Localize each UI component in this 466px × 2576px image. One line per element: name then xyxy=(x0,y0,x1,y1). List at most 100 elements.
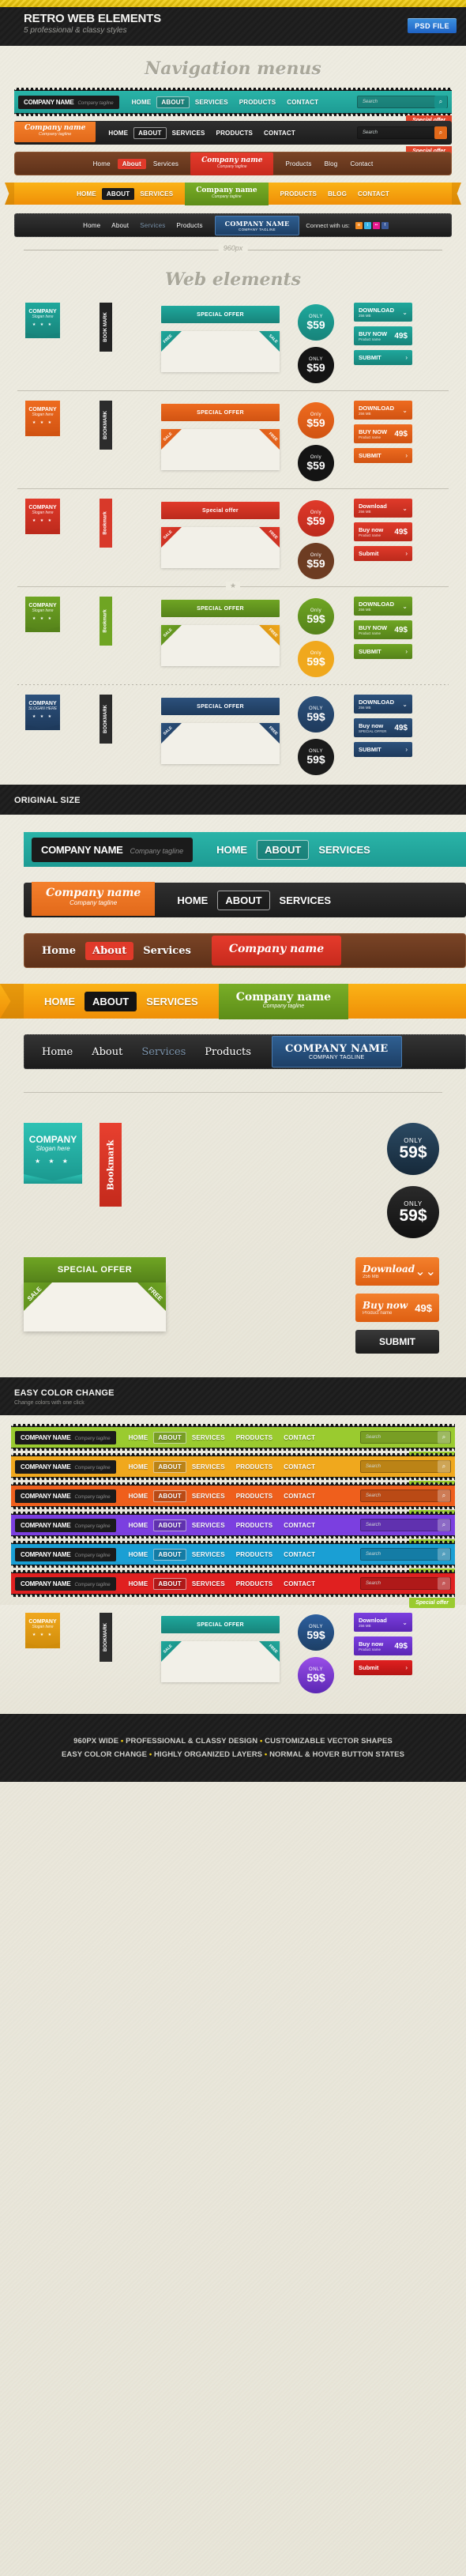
search-input[interactable]: Search ⌕ xyxy=(360,1548,451,1561)
nav-link-about[interactable]: ABOUT xyxy=(153,1519,186,1531)
nav-link-services[interactable]: SERVICES xyxy=(186,1580,231,1587)
logo-block[interactable]: COMPANY NAME Company tagline xyxy=(15,1430,116,1444)
price-badge[interactable]: ONLY 59$ xyxy=(387,1123,439,1175)
nav-link-services[interactable]: SERVICES xyxy=(186,1463,231,1471)
nav-link-about[interactable]: ABOUT xyxy=(133,126,167,139)
nav-link-about[interactable]: ABOUT xyxy=(153,1431,186,1444)
nav-link-services[interactable]: Services xyxy=(134,222,171,229)
corner-right[interactable]: SALE xyxy=(259,331,280,352)
submit-button[interactable]: SUBMIT › xyxy=(354,350,412,365)
special-offer-ribbon[interactable]: Special offer xyxy=(161,502,280,519)
twitter-icon[interactable]: t xyxy=(363,221,371,229)
nav-link-services[interactable]: Services xyxy=(133,945,201,957)
price-badge[interactable]: Only $59 xyxy=(298,500,334,537)
nav-link-home[interactable]: HOME xyxy=(71,190,102,198)
search-input[interactable]: Search ⌕ xyxy=(360,1460,451,1473)
nav-link-products[interactable]: PRODUCTS xyxy=(231,1434,279,1441)
nav-link-about[interactable]: ABOUT xyxy=(153,1577,186,1590)
nav-link-about[interactable]: ABOUT xyxy=(101,187,135,200)
buynow-button[interactable]: Buy now Product name 49$ xyxy=(354,522,412,541)
search-icon[interactable]: ⌕ xyxy=(438,1489,450,1502)
nav-link-home[interactable]: HOME xyxy=(167,894,217,906)
nav-link-contact[interactable]: CONTACT xyxy=(352,190,395,198)
price-badge-alt[interactable]: Only 59$ xyxy=(298,641,334,677)
search-input[interactable]: Search ⌕ xyxy=(357,96,448,108)
logo-block[interactable]: COMPANY NAME COMPANY TAGLINE xyxy=(214,215,300,235)
search-icon[interactable]: ⌕ xyxy=(438,1460,450,1473)
nav-link-services[interactable]: SERVICES xyxy=(186,1551,231,1558)
download-button[interactable]: DOWNLOAD 256 MB ⌄ xyxy=(354,695,412,714)
price-badge-alt[interactable]: ONLY $59 xyxy=(298,347,334,383)
nav-link-services[interactable]: SERVICES xyxy=(270,894,341,906)
bookmark-ribbon[interactable]: Bookmark xyxy=(100,499,112,548)
price-badge-alt[interactable]: Only $59 xyxy=(298,543,334,579)
company-ribbon[interactable]: COMPANY Slogan here ★ ★ ★ xyxy=(25,303,60,338)
nav-link-contact[interactable]: CONTACT xyxy=(281,99,324,106)
corner-left[interactable]: SALE xyxy=(161,625,182,646)
logo-block[interactable]: COMPANY NAME Company tagline xyxy=(18,95,119,109)
corner-sale[interactable]: SALE xyxy=(24,1282,52,1311)
bookmark-ribbon[interactable]: Bookmark xyxy=(100,597,112,646)
submit-button[interactable]: SUBMIT › xyxy=(354,448,412,463)
nav-link-contact[interactable]: CONTACT xyxy=(278,1463,321,1471)
nav-link-home[interactable]: HOME xyxy=(35,996,85,1007)
submit-button[interactable]: SUBMIT xyxy=(355,1330,439,1354)
nav-link-products[interactable]: PRODUCTS xyxy=(231,1493,279,1500)
corner-right[interactable]: FREE xyxy=(259,625,280,646)
nav-link-products[interactable]: Products xyxy=(280,160,317,168)
search-icon[interactable]: ⌕ xyxy=(438,1548,450,1561)
nav-link-about[interactable]: ABOUT xyxy=(85,991,137,1011)
rss-icon[interactable]: ≋ xyxy=(355,221,363,229)
corner-left[interactable]: SALE xyxy=(161,429,182,450)
search-icon[interactable]: ⌕ xyxy=(438,1577,450,1590)
special-offer-ribbon[interactable]: SPECIAL OFFER xyxy=(161,1616,280,1633)
nav-link-home[interactable]: Home xyxy=(88,160,116,168)
price-badge[interactable]: ONLY 59$ xyxy=(298,696,334,733)
psd-file-badge[interactable]: PSD FILE xyxy=(408,18,457,33)
nav-link-services[interactable]: SERVICES xyxy=(134,190,179,198)
corner-right[interactable]: FREE xyxy=(259,527,280,548)
buynow-button[interactable]: Buy now Product name 49$ xyxy=(355,1294,439,1322)
price-badge-alt[interactable]: ONLY 59$ xyxy=(298,739,334,775)
nav-link-services[interactable]: Services xyxy=(132,1046,195,1058)
nav-link-products[interactable]: PRODUCTS xyxy=(231,1522,279,1529)
submit-button[interactable]: Submit › xyxy=(354,1660,412,1675)
search-icon[interactable]: ⌕ xyxy=(438,1519,450,1531)
nav-link-about[interactable]: About xyxy=(85,941,134,960)
submit-button[interactable]: Submit › xyxy=(354,546,412,561)
nav-link-home[interactable]: HOME xyxy=(123,1580,154,1587)
nav-link-about[interactable]: ABOUT xyxy=(153,1548,186,1561)
nav-link-services[interactable]: SERVICES xyxy=(186,1522,231,1529)
logo-block[interactable]: COMPANY NAME Company tagline xyxy=(15,1547,116,1561)
nav-link-services[interactable]: Services xyxy=(148,160,184,168)
nav-link-products[interactable]: PRODUCTS xyxy=(231,1551,279,1558)
corner-left[interactable]: FREE xyxy=(161,331,182,352)
bookmark-ribbon[interactable]: BOOK MARK xyxy=(100,303,112,352)
nav-link-services[interactable]: SERVICES xyxy=(167,130,211,137)
nav-link-products[interactable]: PRODUCTS xyxy=(275,190,323,198)
price-badge[interactable]: ONLY 59$ xyxy=(298,1614,334,1651)
nav-link-home[interactable]: Home xyxy=(32,945,85,957)
nav-link-services[interactable]: SERVICES xyxy=(190,99,234,106)
search-input[interactable]: Search ⌕ xyxy=(360,1519,451,1531)
price-badge-dark[interactable]: ONLY 59$ xyxy=(387,1186,439,1238)
price-badge-alt[interactable]: Only $59 xyxy=(298,445,334,481)
bookmark-ribbon[interactable]: BOOKMARK xyxy=(100,695,112,744)
nav-link-services[interactable]: SERVICES xyxy=(137,996,208,1007)
nav-link-services[interactable]: SERVICES xyxy=(186,1493,231,1500)
search-icon[interactable]: ⌕ xyxy=(434,126,447,139)
logo-block[interactable]: Company name Company tagline xyxy=(185,182,269,205)
download-button[interactable]: Download 256 MB ⌄⌄ xyxy=(355,1257,439,1286)
bookmark-ribbon[interactable]: Bookmark xyxy=(100,1123,122,1207)
download-button[interactable]: Download 256 MB ⌄ xyxy=(354,1613,412,1632)
nav-link-home[interactable]: HOME xyxy=(123,1463,154,1471)
logo-block[interactable]: Company name xyxy=(211,936,342,966)
search-icon[interactable]: ⌕ xyxy=(434,96,447,108)
nav-link-products[interactable]: PRODUCTS xyxy=(234,99,282,106)
logo-block[interactable]: COMPANY NAME Company tagline xyxy=(15,1518,116,1532)
nav-link-contact[interactable]: CONTACT xyxy=(278,1522,321,1529)
nav-link-about[interactable]: ABOUT xyxy=(217,890,270,910)
company-ribbon[interactable]: COMPANY Slogan here ★ ★ ★ xyxy=(25,1613,60,1648)
nav-link-contact[interactable]: Contact xyxy=(344,160,378,168)
nav-link-home[interactable]: HOME xyxy=(126,99,157,106)
